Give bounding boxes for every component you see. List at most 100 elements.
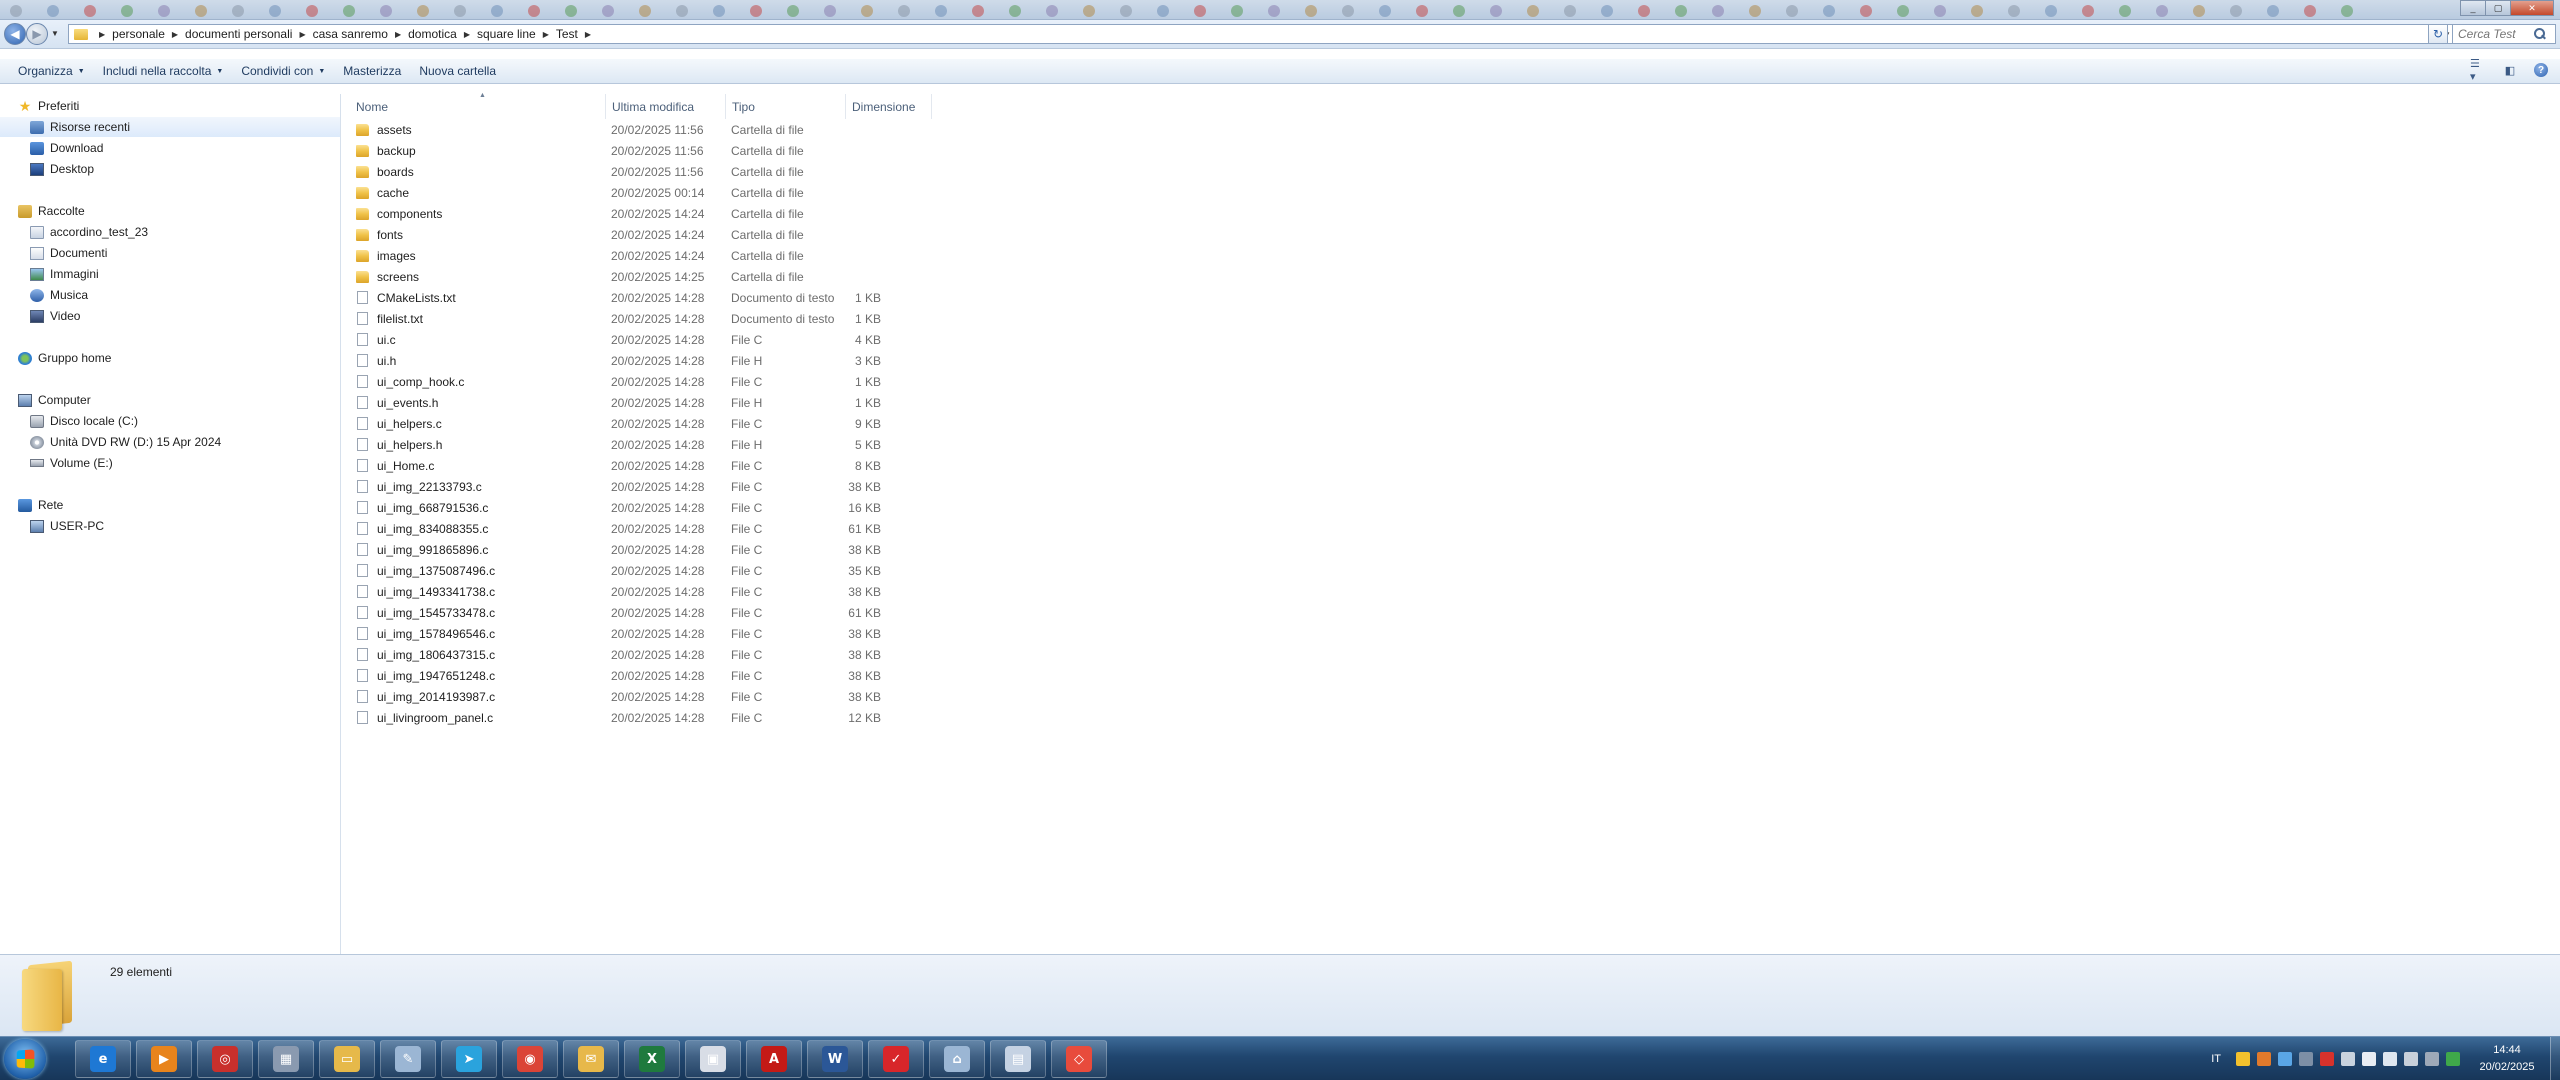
file-row[interactable]: ui_Home.c 20/02/2025 14:28 File C 8 KB (356, 455, 936, 476)
back-button[interactable]: ◀ (4, 23, 26, 45)
include-in-library-menu[interactable]: Includi nella raccolta ▼ (94, 59, 233, 83)
file-row[interactable]: ui_img_1493341738.c 20/02/2025 14:28 File … (356, 581, 936, 602)
taskbar-app-button[interactable]: ✉ (563, 1040, 619, 1078)
file-row[interactable]: CMakeLists.txt 20/02/2025 14:28 Documento … (356, 287, 936, 308)
refresh-button[interactable]: ↻ (2428, 24, 2448, 44)
maximize-button[interactable]: ▢ (2485, 0, 2511, 16)
nav-item-pictures[interactable]: Immagini (30, 264, 99, 284)
chevron-right-icon[interactable]: ▶ (172, 30, 178, 39)
taskbar-app-button[interactable]: A (746, 1040, 802, 1078)
chevron-right-icon[interactable]: ▶ (395, 30, 401, 39)
tray-app-icon[interactable] (2236, 1052, 2250, 1066)
column-header-name[interactable]: Nome (350, 94, 606, 119)
file-row[interactable]: ui_img_22133793.c 20/02/2025 14:28 File C 3… (356, 476, 936, 497)
file-row[interactable]: assets 20/02/2025 11:56 Cartella di file (356, 119, 936, 140)
search-icon[interactable] (2533, 27, 2547, 41)
breadcrumb-item[interactable]: square line (477, 27, 536, 41)
taskbar-app-button[interactable]: ▦ (258, 1040, 314, 1078)
taskbar-app-button[interactable]: ▣ (685, 1040, 741, 1078)
tray-app-icon[interactable] (2446, 1052, 2460, 1066)
nav-network[interactable]: Rete (18, 495, 63, 515)
tray-app-icon[interactable] (2257, 1052, 2271, 1066)
breadcrumb-item[interactable]: domotica (408, 27, 457, 41)
chevron-right-icon[interactable]: ▶ (585, 30, 591, 39)
burn-button[interactable]: Masterizza (334, 59, 410, 83)
search-box[interactable] (2452, 24, 2556, 44)
file-row[interactable]: ui_img_1947651248.c 20/02/2025 14:28 File … (356, 665, 936, 686)
nav-item-drive-e[interactable]: Volume (E:) (30, 453, 113, 473)
taskbar-app-button[interactable]: ▶ (136, 1040, 192, 1078)
nav-homegroup[interactable]: Gruppo home (18, 348, 111, 368)
file-row[interactable]: ui_img_1578496546.c 20/02/2025 14:28 File … (356, 623, 936, 644)
breadcrumb-item[interactable]: casa sanremo (313, 27, 388, 41)
nav-libraries[interactable]: Raccolte (18, 201, 85, 221)
nav-item-recent[interactable]: Risorse recenti (0, 117, 340, 137)
column-header-size[interactable]: Dimensione (846, 94, 932, 119)
taskbar-app-button[interactable]: ➤ (441, 1040, 497, 1078)
nav-item-drive-c[interactable]: Disco locale (C:) (30, 411, 138, 431)
tray-app-icon[interactable] (2425, 1052, 2439, 1066)
nav-item-user-pc[interactable]: USER-PC (30, 516, 104, 536)
address-bar[interactable]: ▶ personale ▶ documenti personali ▶ casa san… (68, 24, 2456, 44)
breadcrumb-item[interactable]: documenti personali (185, 27, 292, 41)
nav-item-desktop[interactable]: Desktop (30, 159, 94, 179)
file-row[interactable]: cache 20/02/2025 00:14 Cartella di file (356, 182, 936, 203)
clock[interactable]: 14:44 20/02/2025 (2468, 1042, 2546, 1076)
taskbar-app-button[interactable]: X (624, 1040, 680, 1078)
taskbar-app-button[interactable]: ▤ (990, 1040, 1046, 1078)
chevron-right-icon[interactable]: ▶ (543, 30, 549, 39)
file-row[interactable]: ui_img_1545733478.c 20/02/2025 14:28 File … (356, 602, 936, 623)
taskbar-app-button[interactable]: ✓ (868, 1040, 924, 1078)
nav-computer[interactable]: Computer (18, 390, 91, 410)
file-row[interactable]: images 20/02/2025 14:24 Cartella di file (356, 245, 936, 266)
search-input[interactable] (2453, 27, 2533, 41)
breadcrumb-item[interactable]: Test (556, 27, 578, 41)
file-row[interactable]: ui_comp_hook.c 20/02/2025 14:28 File C 1 KB (356, 371, 936, 392)
file-row[interactable]: ui_img_2014193987.c 20/02/2025 14:28 File … (356, 686, 936, 707)
file-row[interactable]: ui_img_1375087496.c 20/02/2025 14:28 File … (356, 560, 936, 581)
file-row[interactable]: backup 20/02/2025 11:56 Cartella di file (356, 140, 936, 161)
taskbar-app-button[interactable]: e (75, 1040, 131, 1078)
file-row[interactable]: ui_img_1806437315.c 20/02/2025 14:28 File … (356, 644, 936, 665)
file-row[interactable]: ui_img_668791536.c 20/02/2025 14:28 File C… (356, 497, 936, 518)
taskbar-app-button[interactable]: ◉ (502, 1040, 558, 1078)
file-row[interactable]: ui_helpers.h 20/02/2025 14:28 File H 5 KB (356, 434, 936, 455)
chevron-right-icon[interactable]: ▶ (464, 30, 470, 39)
share-with-menu[interactable]: Condividi con ▼ (232, 59, 334, 83)
network-status-icon[interactable] (2404, 1052, 2418, 1066)
column-header-type[interactable]: Tipo (726, 94, 846, 119)
nav-item-music[interactable]: Musica (30, 285, 88, 305)
file-row[interactable]: ui_helpers.c 20/02/2025 14:28 File C 9 KB (356, 413, 936, 434)
recent-pages-dropdown[interactable]: ▼ (51, 29, 59, 38)
nav-item-video[interactable]: Video (30, 306, 80, 326)
column-header-modified[interactable]: Ultima modifica (606, 94, 726, 119)
taskbar-app-button[interactable]: ◎ (197, 1040, 253, 1078)
file-row[interactable]: ui_img_991865896.c 20/02/2025 14:28 File C… (356, 539, 936, 560)
show-desktop-button[interactable] (2550, 1037, 2560, 1080)
nav-item-library[interactable]: accordino_test_23 (30, 222, 148, 242)
file-row[interactable]: components 20/02/2025 14:24 Cartella di fi… (356, 203, 936, 224)
minimize-button[interactable]: _ (2460, 0, 2486, 16)
file-row[interactable]: filelist.txt 20/02/2025 14:28 Documento di… (356, 308, 936, 329)
forward-button[interactable]: ▶ (26, 23, 48, 45)
file-row[interactable]: screens 20/02/2025 14:25 Cartella di file (356, 266, 936, 287)
close-button[interactable]: ✕ (2510, 0, 2554, 16)
taskbar-app-button[interactable]: ◇ (1051, 1040, 1107, 1078)
file-row[interactable]: ui_livingroom_panel.c 20/02/2025 14:28 Fil… (356, 707, 936, 728)
volume-icon[interactable] (2383, 1052, 2397, 1066)
preview-pane-icon[interactable]: ◧ (2502, 63, 2518, 77)
help-icon[interactable]: ? (2534, 63, 2548, 77)
tray-app-icon[interactable] (2278, 1052, 2292, 1066)
file-row[interactable]: ui_img_834088355.c 20/02/2025 14:28 File C… (356, 518, 936, 539)
tray-app-icon[interactable] (2299, 1052, 2313, 1066)
nav-item-documents[interactable]: Documenti (30, 243, 107, 263)
breadcrumb-item[interactable]: personale (112, 27, 165, 41)
taskbar-app-button[interactable]: W (807, 1040, 863, 1078)
chevron-right-icon[interactable]: ▶ (299, 30, 305, 39)
taskbar-app-button[interactable]: ▭ (319, 1040, 375, 1078)
chevron-right-icon[interactable]: ▶ (99, 30, 105, 39)
file-row[interactable]: ui.c 20/02/2025 14:28 File C 4 KB (356, 329, 936, 350)
tray-app-icon[interactable] (2320, 1052, 2334, 1066)
file-row[interactable]: ui.h 20/02/2025 14:28 File H 3 KB (356, 350, 936, 371)
taskbar-app-button[interactable]: ⌂ (929, 1040, 985, 1078)
